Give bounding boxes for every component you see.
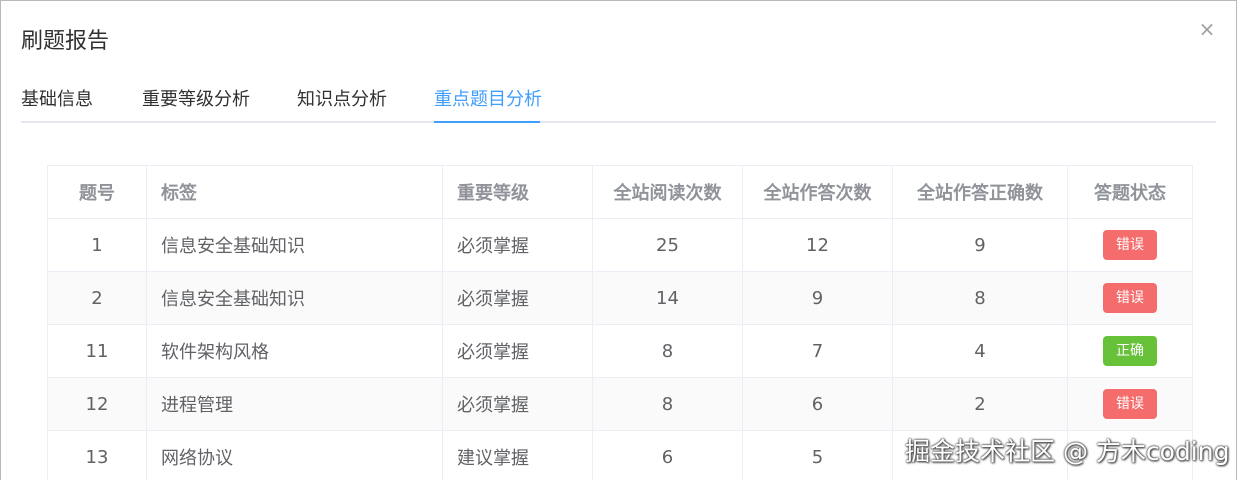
row-site-answer-count: 9 bbox=[742, 271, 893, 325]
row-tag: 软件架构风格 bbox=[146, 324, 443, 378]
tab-importance-analysis[interactable]: 重要等级分析 bbox=[142, 85, 250, 121]
row-importance-level: 必须掌握 bbox=[442, 218, 593, 272]
row-site-answer-count: 12 bbox=[742, 218, 893, 272]
row-site-answer-count: 7 bbox=[742, 324, 893, 378]
table-row[interactable]: 11 软件架构风格 必须掌握 8 7 4 正确 bbox=[47, 324, 1193, 378]
row-site-answer-count: 5 bbox=[742, 430, 893, 480]
row-answer-status: 错误 bbox=[1067, 218, 1193, 272]
row-site-correct-count: 8 bbox=[892, 271, 1068, 325]
header-site-correct-count[interactable]: 全站作答正确数 bbox=[892, 165, 1068, 219]
row-importance-level: 建议掌握 bbox=[442, 430, 593, 480]
status-badge: 错误 bbox=[1103, 389, 1157, 419]
row-answer-status: 错误 bbox=[1067, 377, 1193, 431]
status-badge: 错误 bbox=[1103, 283, 1157, 313]
report-dialog: 刷题报告 × 基础信息 重要等级分析 知识点分析 重点题目分析 题号 标签 重要… bbox=[0, 0, 1237, 480]
row-tag: 进程管理 bbox=[146, 377, 443, 431]
header-answer-status[interactable]: 答题状态 bbox=[1067, 165, 1193, 219]
header-importance-level[interactable]: 重要等级 bbox=[442, 165, 593, 219]
row-tag: 信息安全基础知识 bbox=[146, 218, 443, 272]
row-site-answer-count: 6 bbox=[742, 377, 893, 431]
row-site-correct-count: 9 bbox=[892, 218, 1068, 272]
header-tag[interactable]: 标签 bbox=[146, 165, 443, 219]
row-question-number: 13 bbox=[47, 430, 147, 480]
tab-key-question-analysis[interactable]: 重点题目分析 bbox=[434, 85, 542, 121]
header-question-number[interactable]: 题号 bbox=[47, 165, 147, 219]
table-row[interactable]: 1 信息安全基础知识 必须掌握 25 12 9 错误 bbox=[47, 218, 1193, 272]
status-badge: 正确 bbox=[1103, 336, 1157, 366]
row-tag: 网络协议 bbox=[146, 430, 443, 480]
row-question-number: 12 bbox=[47, 377, 147, 431]
header-site-read-count[interactable]: 全站阅读次数 bbox=[592, 165, 743, 219]
row-importance-level: 必须掌握 bbox=[442, 324, 593, 378]
row-answer-status: 错误 bbox=[1067, 271, 1193, 325]
row-site-correct-count: 4 bbox=[892, 324, 1068, 378]
dialog-title: 刷题报告 bbox=[21, 29, 110, 54]
row-question-number: 1 bbox=[47, 218, 147, 272]
row-tag: 信息安全基础知识 bbox=[146, 271, 443, 325]
row-site-read-count: 8 bbox=[592, 377, 743, 431]
row-importance-level: 必须掌握 bbox=[442, 377, 593, 431]
table-row[interactable]: 12 进程管理 必须掌握 8 6 2 错误 bbox=[47, 377, 1193, 431]
row-site-read-count: 8 bbox=[592, 324, 743, 378]
row-site-read-count: 14 bbox=[592, 271, 743, 325]
tab-bar: 基础信息 重要等级分析 知识点分析 重点题目分析 bbox=[21, 85, 1216, 123]
tab-knowledge-analysis[interactable]: 知识点分析 bbox=[297, 85, 387, 121]
row-importance-level: 必须掌握 bbox=[442, 271, 593, 325]
header-site-answer-count[interactable]: 全站作答次数 bbox=[742, 165, 893, 219]
table-header-row: 题号 标签 重要等级 全站阅读次数 全站作答次数 全站作答正确数 答题状态 bbox=[47, 165, 1193, 219]
tab-basic-info[interactable]: 基础信息 bbox=[21, 85, 93, 121]
tabs-divider bbox=[21, 121, 1216, 123]
close-icon[interactable]: × bbox=[1197, 19, 1217, 39]
watermark: 掘金技术社区 @ 方木coding bbox=[905, 437, 1230, 466]
status-badge: 错误 bbox=[1103, 230, 1157, 260]
row-question-number: 2 bbox=[47, 271, 147, 325]
row-site-read-count: 6 bbox=[592, 430, 743, 480]
row-site-read-count: 25 bbox=[592, 218, 743, 272]
table-row[interactable]: 2 信息安全基础知识 必须掌握 14 9 8 错误 bbox=[47, 271, 1193, 325]
row-answer-status: 正确 bbox=[1067, 324, 1193, 378]
active-tab-indicator bbox=[434, 121, 540, 123]
row-question-number: 11 bbox=[47, 324, 147, 378]
row-site-correct-count: 2 bbox=[892, 377, 1068, 431]
